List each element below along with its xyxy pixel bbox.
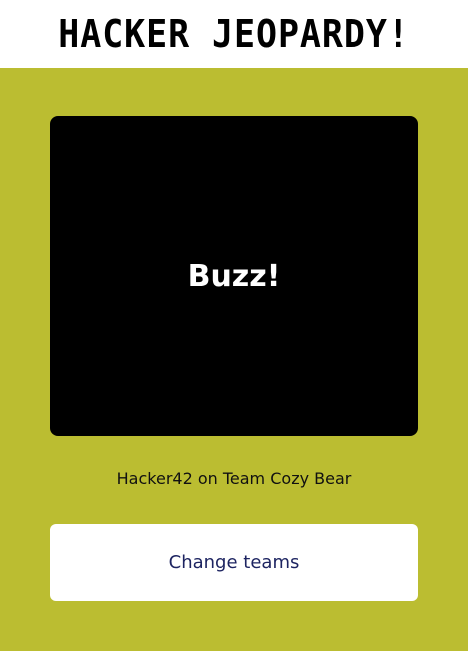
change-teams-button[interactable]: Change teams [50,524,418,601]
buzz-button[interactable]: Buzz! [50,116,418,436]
app-header: HACKER JEOPARDY! [0,0,468,68]
change-teams-label: Change teams [168,552,300,573]
buzz-button-label: Buzz! [187,258,281,294]
page-title: HACKER JEOPARDY! [58,12,410,56]
player-team-info: Hacker42 on Team Cozy Bear [116,469,352,488]
main-content: Buzz! Hacker42 on Team Cozy Bear Change … [0,68,468,651]
